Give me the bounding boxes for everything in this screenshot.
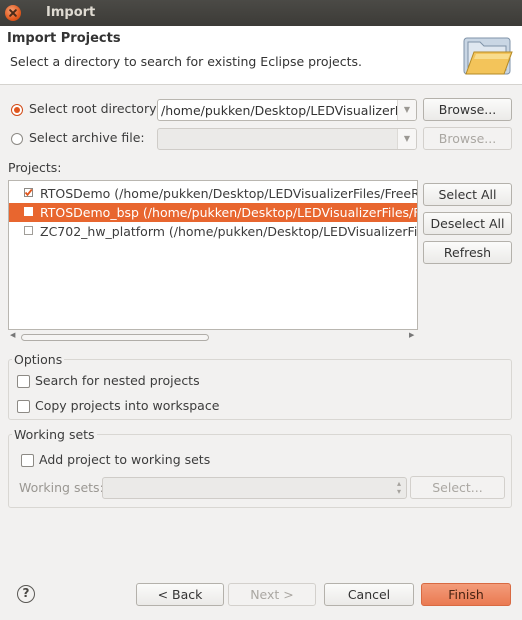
- archive-file-label: Select archive file:: [29, 130, 145, 145]
- window-title: Import: [46, 5, 96, 20]
- projects-label: Projects:: [8, 160, 62, 175]
- project-row[interactable]: ZC702_hw_platform (/home/pukken/Desktop/…: [9, 222, 418, 241]
- refresh-button[interactable]: Refresh: [423, 241, 512, 264]
- select-all-button[interactable]: Select All: [423, 183, 512, 206]
- projects-list[interactable]: RTOSDemo (/home/pukken/Desktop/LEDVisual…: [8, 180, 418, 330]
- root-directory-label: Select root directory:: [29, 101, 160, 116]
- close-icon[interactable]: [5, 5, 21, 21]
- projects-horizontal-scrollbar[interactable]: ◀ ▶: [9, 331, 417, 345]
- browse-archive-button[interactable]: Browse...: [423, 127, 512, 150]
- finish-button[interactable]: Finish: [421, 583, 511, 606]
- archive-file-combo[interactable]: ▼: [157, 128, 417, 150]
- deselect-all-button[interactable]: Deselect All: [423, 212, 512, 235]
- working-sets-combo[interactable]: ▴ ▾: [102, 477, 407, 499]
- help-icon[interactable]: ?: [17, 585, 35, 603]
- page-subtitle: Select a directory to search for existin…: [10, 54, 362, 69]
- working-sets-label: Working sets:: [19, 480, 104, 495]
- back-button[interactable]: < Back: [136, 583, 224, 606]
- root-directory-radio[interactable]: [11, 104, 23, 116]
- add-to-working-sets-label: Add project to working sets: [39, 452, 211, 467]
- scrollbar-thumb[interactable]: [21, 334, 209, 341]
- browse-root-button[interactable]: Browse...: [423, 98, 512, 121]
- project-label: RTOSDemo_bsp (/home/pukken/Desktop/LEDVi…: [40, 205, 418, 220]
- project-checkbox[interactable]: [24, 226, 33, 235]
- nested-projects-checkbox[interactable]: [17, 375, 30, 388]
- options-title: Options: [12, 352, 65, 367]
- add-to-working-sets-checkbox[interactable]: [21, 454, 34, 467]
- chevron-updown-icon[interactable]: ▴ ▾: [397, 480, 401, 496]
- cancel-button[interactable]: Cancel: [324, 583, 414, 606]
- root-directory-combo[interactable]: /home/pukken/Desktop/LEDVisualizerFi ▼: [157, 99, 417, 121]
- open-folder-icon: [463, 37, 513, 75]
- project-label: RTOSDemo (/home/pukken/Desktop/LEDVisual…: [40, 186, 418, 201]
- project-row[interactable]: RTOSDemo (/home/pukken/Desktop/LEDVisual…: [9, 184, 418, 203]
- root-directory-value: /home/pukken/Desktop/LEDVisualizerFi: [161, 103, 405, 118]
- project-row[interactable]: RTOSDemo_bsp (/home/pukken/Desktop/LEDVi…: [9, 203, 418, 222]
- page-title: Import Projects: [7, 31, 121, 46]
- project-checkbox[interactable]: [24, 188, 33, 197]
- copy-projects-label: Copy projects into workspace: [35, 398, 220, 413]
- project-checkbox[interactable]: [24, 207, 33, 216]
- archive-file-radio[interactable]: [11, 133, 23, 145]
- project-label: ZC702_hw_platform (/home/pukken/Desktop/…: [40, 224, 418, 239]
- title-bar: Import: [0, 0, 522, 26]
- scroll-right-icon[interactable]: ▶: [409, 331, 414, 339]
- copy-projects-checkbox[interactable]: [17, 400, 30, 413]
- chevron-down-icon[interactable]: ▼: [397, 100, 416, 120]
- select-working-sets-button[interactable]: Select...: [410, 476, 505, 499]
- working-sets-title: Working sets: [12, 427, 97, 442]
- scroll-left-icon[interactable]: ◀: [10, 331, 15, 339]
- chevron-down-icon[interactable]: ▼: [397, 129, 416, 149]
- nested-projects-label: Search for nested projects: [35, 373, 200, 388]
- next-button[interactable]: Next >: [228, 583, 316, 606]
- dialog-header: Import Projects Select a directory to se…: [0, 26, 522, 85]
